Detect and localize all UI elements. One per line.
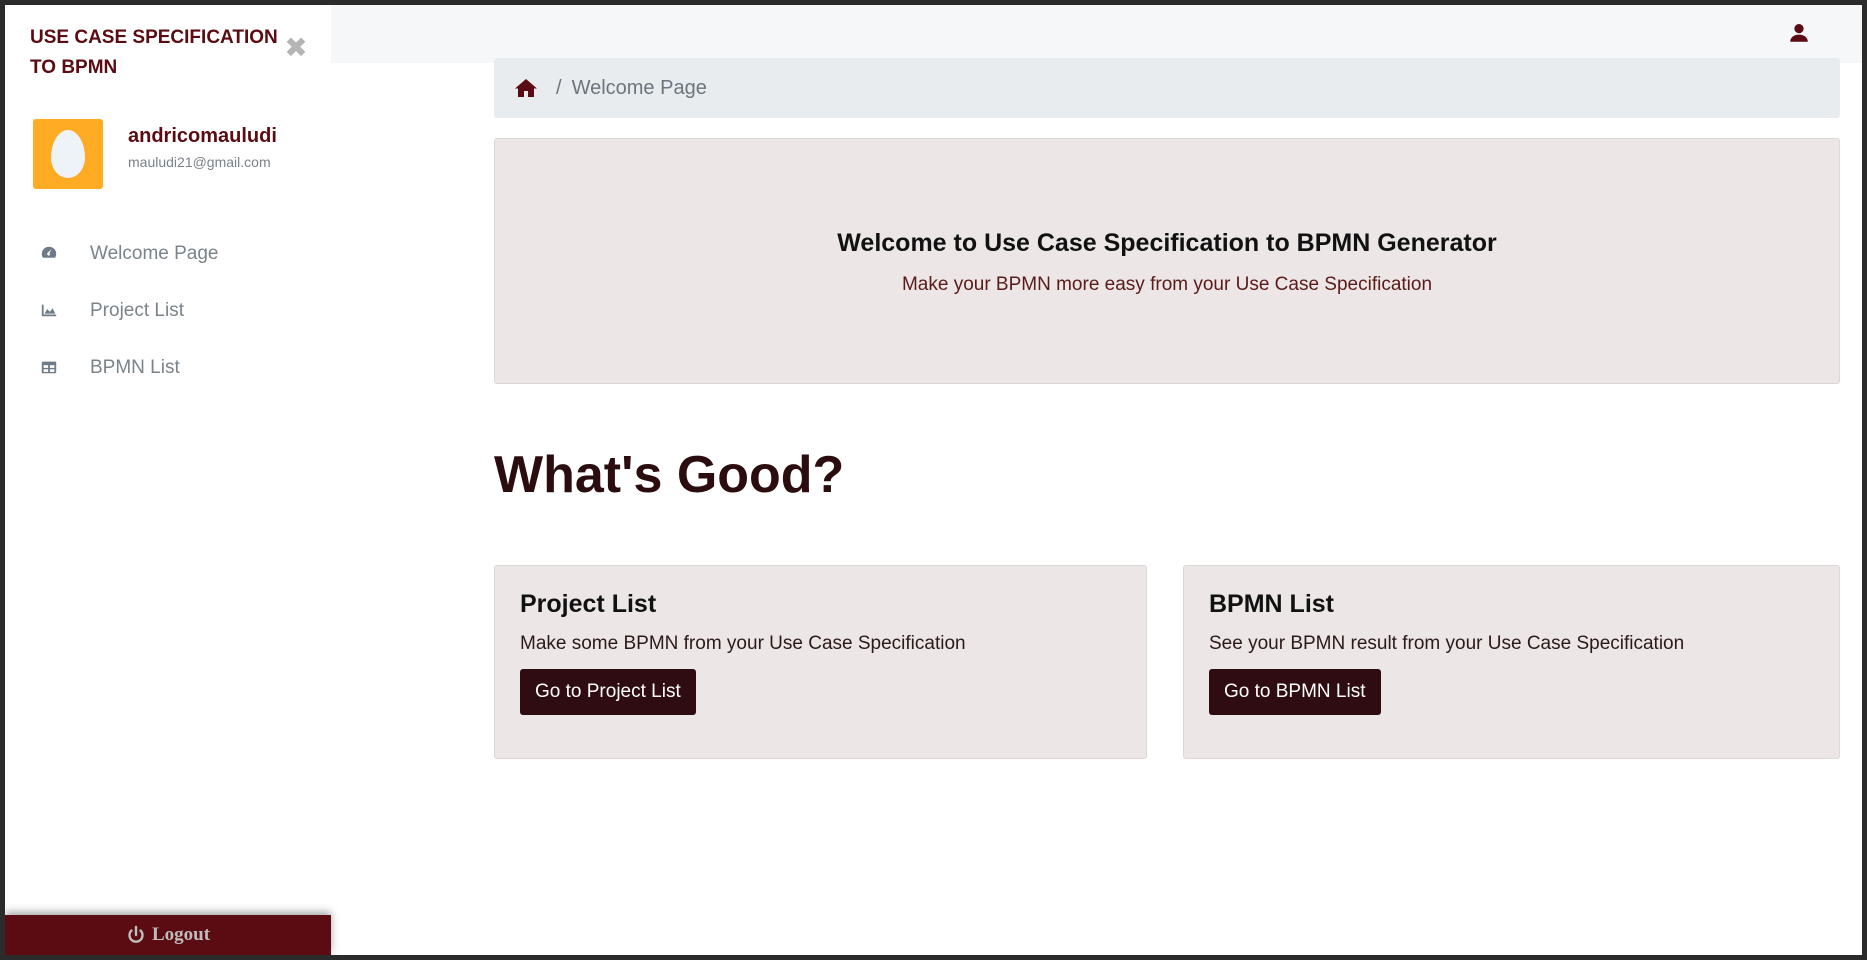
user-name: andricomauludi xyxy=(128,125,277,147)
hero-subtitle: Make your BPMN more easy from your Use C… xyxy=(901,274,1433,295)
card-title: Project List xyxy=(520,590,657,618)
project-list-card: Project List Make some BPMN from your Us… xyxy=(494,565,1147,759)
card-text: Make some BPMN from your Use Case Specif… xyxy=(520,633,966,654)
card-text: See your BPMN result from your Use Case … xyxy=(1209,633,1685,654)
egg-avatar-icon xyxy=(51,130,85,178)
avatar xyxy=(33,119,103,189)
sidebar-item-label: BPMN List xyxy=(90,356,180,378)
home-icon[interactable] xyxy=(514,77,538,99)
logout-button[interactable]: Logout xyxy=(5,915,331,955)
go-to-bpmn-list-button[interactable]: Go to BPMN List xyxy=(1209,669,1381,715)
user-profile: andricomauludi mauludi21@gmail.com xyxy=(33,119,323,191)
close-icon[interactable]: ✖ xyxy=(283,34,309,62)
sidebar-item-label: Welcome Page xyxy=(90,242,219,264)
section-heading: What's Good? xyxy=(494,446,845,504)
logout-label: Logout xyxy=(151,924,211,945)
welcome-jumbotron: Welcome to Use Case Specification to BPM… xyxy=(494,138,1840,384)
area-chart-icon xyxy=(40,301,60,321)
user-icon[interactable] xyxy=(1788,22,1810,44)
breadcrumb-current: Welcome Page xyxy=(571,76,707,99)
hero-title: Welcome to Use Case Specification to BPM… xyxy=(837,229,1497,257)
top-bar xyxy=(331,5,1862,63)
sidebar-item-welcome-page[interactable]: Welcome Page xyxy=(5,225,331,282)
user-email: mauludi21@gmail.com xyxy=(128,154,271,170)
table-icon xyxy=(40,358,60,378)
sidebar-item-label: Project List xyxy=(90,299,184,321)
card-title: BPMN List xyxy=(1209,590,1334,618)
breadcrumb: / Welcome Page xyxy=(494,58,1840,118)
breadcrumb-separator: / xyxy=(556,76,562,99)
go-to-project-list-button[interactable]: Go to Project List xyxy=(520,669,696,715)
power-icon xyxy=(128,925,144,943)
bpmn-list-card: BPMN List See your BPMN result from your… xyxy=(1183,565,1840,759)
sidebar-item-project-list[interactable]: Project List xyxy=(5,282,331,339)
dashboard-icon xyxy=(40,244,60,264)
sidebar-item-bpmn-list[interactable]: BPMN List xyxy=(5,339,331,396)
sidebar-nav: Welcome Page Project List BPMN List xyxy=(5,225,331,396)
sidebar: USE CASE SPECIFICATION TO BPMN ✖ andrico… xyxy=(5,5,331,955)
app-title: USE CASE SPECIFICATION TO BPMN xyxy=(30,27,278,78)
